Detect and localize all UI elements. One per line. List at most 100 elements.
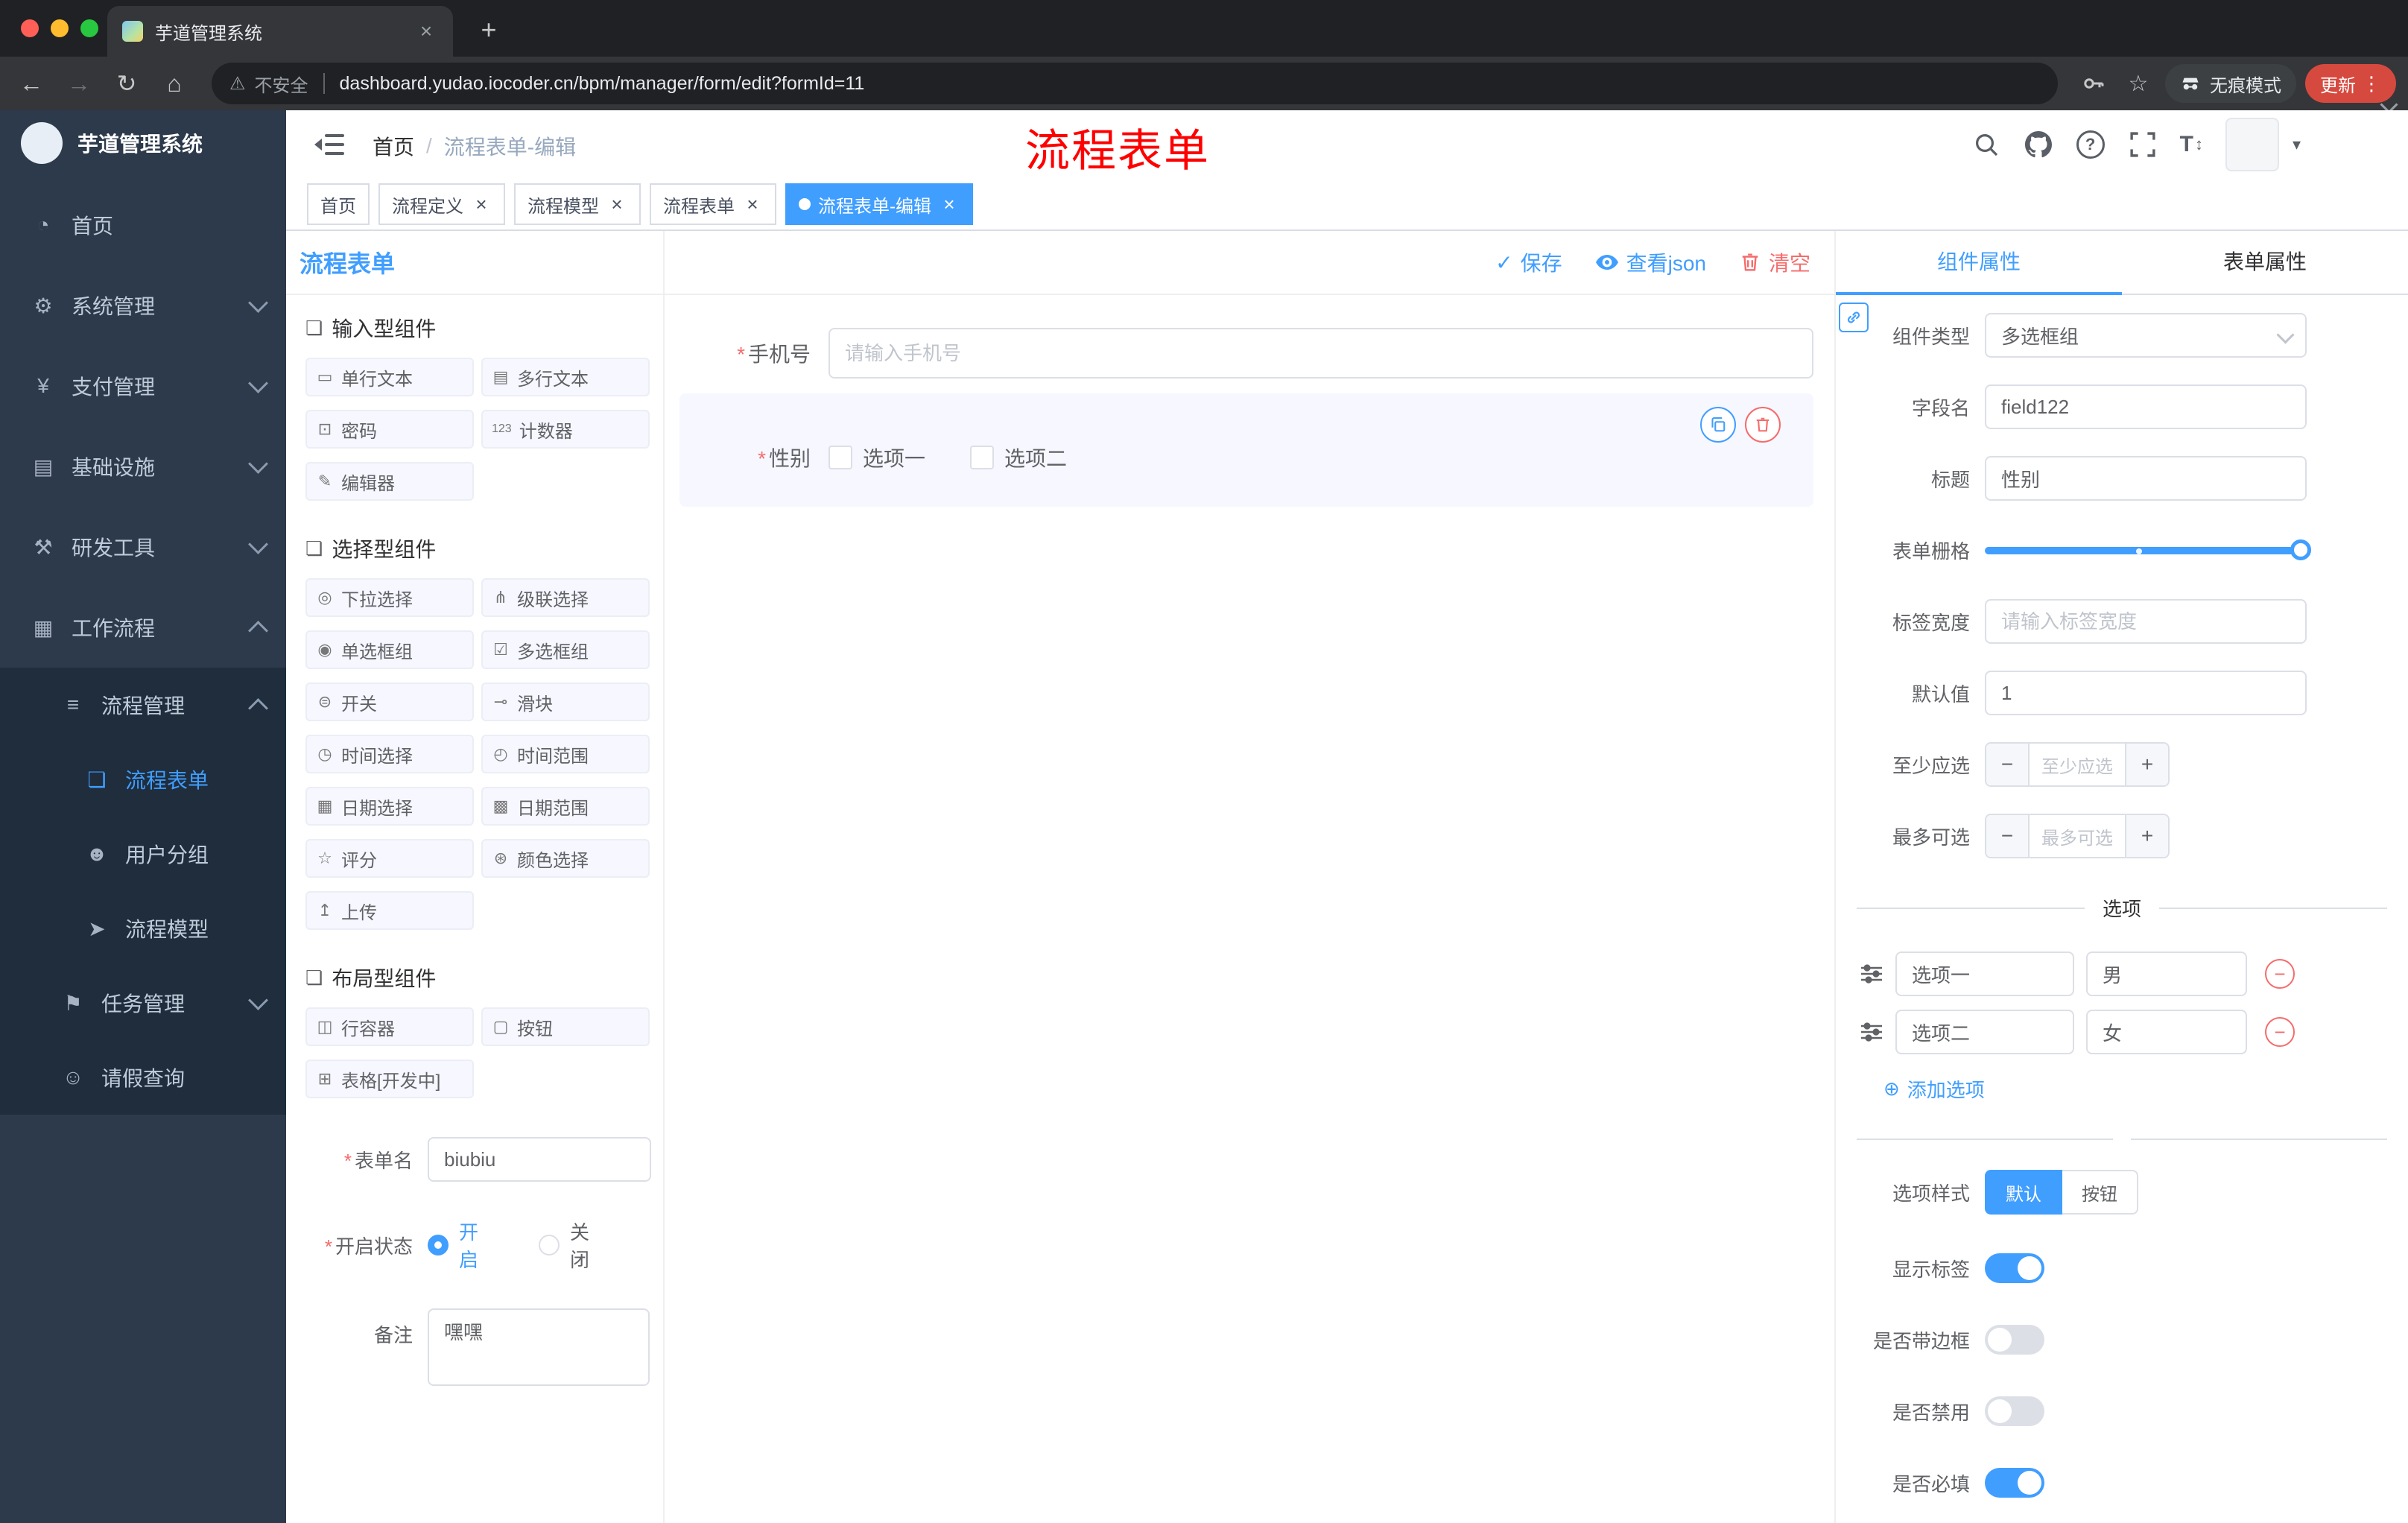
slider-handle[interactable] — [2290, 539, 2311, 560]
component-date-picker[interactable]: ▦ 日期选择 — [305, 787, 474, 826]
phone-field-row[interactable]: * 手机号 — [679, 328, 1813, 379]
option-1-label-input[interactable] — [1895, 952, 2074, 996]
disabled-switch[interactable] — [1985, 1396, 2044, 1426]
sidebar-item-infrastructure[interactable]: ▤ 基础设施 — [0, 426, 286, 507]
sidebar-item-system[interactable]: ⚙ 系统管理 — [0, 265, 286, 346]
phone-input[interactable] — [828, 328, 1813, 379]
sidebar-item-task-management[interactable]: ⚑ 任务管理 — [0, 966, 286, 1040]
slider-track[interactable] — [1985, 547, 2307, 554]
component-time-range[interactable]: ◴ 时间范围 — [481, 735, 650, 773]
remove-option-button[interactable]: − — [2265, 1017, 2295, 1047]
label-width-input[interactable] — [1985, 599, 2307, 644]
component-select[interactable]: ◎ 下拉选择 — [305, 578, 474, 617]
component-time-picker[interactable]: ◷ 时间选择 — [305, 735, 474, 773]
url-text[interactable]: dashboard.yudao.iocoder.cn/bpm/manager/f… — [340, 73, 865, 95]
component-date-range[interactable]: ▩ 日期范围 — [481, 787, 650, 826]
forward-icon[interactable]: → — [60, 64, 98, 103]
minimize-window-button[interactable] — [51, 19, 69, 37]
component-radio-group[interactable]: ◉ 单选框组 — [305, 630, 474, 669]
fullscreen-icon[interactable] — [2128, 130, 2158, 159]
gender-option-1-checkbox[interactable]: 选项一 — [828, 443, 925, 472]
sidebar-item-process-form[interactable]: ❏ 流程表单 — [0, 742, 286, 817]
font-size-icon[interactable]: T ↕ — [2180, 132, 2203, 157]
copy-field-button[interactable] — [1700, 407, 1736, 443]
close-window-button[interactable] — [21, 19, 39, 37]
sidebar-item-payment[interactable]: ¥ 支付管理 — [0, 346, 286, 426]
component-slider[interactable]: ⊸ 滑块 — [481, 683, 650, 721]
add-option-button[interactable]: ⊕ 添加选项 — [1883, 1075, 2408, 1103]
component-editor[interactable]: ✎ 编辑器 — [305, 462, 474, 501]
save-button[interactable]: ✓ 保存 — [1495, 247, 1562, 277]
sidebar-item-devtools[interactable]: ⚒ 研发工具 — [0, 507, 286, 587]
remove-option-button[interactable]: − — [2265, 959, 2295, 989]
bookmark-star-icon[interactable]: ☆ — [2120, 66, 2156, 101]
tag-process-form-edit[interactable]: 流程表单-编辑 × — [785, 183, 973, 225]
tag-process-model[interactable]: 流程模型 × — [514, 183, 641, 225]
clear-button[interactable]: 清空 — [1739, 247, 1810, 277]
avatar-caret-icon[interactable]: ▾ — [2293, 135, 2301, 154]
sidebar-item-leave-query[interactable]: ☺ 请假查询 — [0, 1040, 286, 1115]
tag-close-icon[interactable]: × — [939, 194, 960, 215]
option-2-value-input[interactable] — [2086, 1010, 2247, 1054]
password-key-icon[interactable] — [2076, 66, 2111, 101]
tab-component-props[interactable]: 组件属性 — [1836, 231, 2122, 295]
tag-process-definition[interactable]: 流程定义 × — [378, 183, 505, 225]
drag-handle-icon[interactable] — [1860, 962, 1883, 986]
tag-process-form[interactable]: 流程表单 × — [650, 183, 776, 225]
show-label-switch[interactable] — [1985, 1253, 2044, 1283]
increase-button[interactable]: + — [2125, 815, 2168, 857]
status-off-radio[interactable]: 关闭 — [539, 1218, 608, 1273]
address-bar[interactable]: ⚠ 不安全 dashboard.yudao.iocoder.cn/bpm/man… — [212, 63, 2058, 104]
sidebar-toggle-icon[interactable] — [313, 130, 346, 159]
component-counter[interactable]: 123 计数器 — [481, 410, 650, 449]
tag-home[interactable]: 首页 — [307, 183, 370, 225]
required-switch[interactable] — [1985, 1468, 2044, 1498]
search-icon[interactable] — [1971, 130, 2001, 159]
help-icon[interactable]: ? — [2076, 130, 2106, 159]
sidebar-item-workflow[interactable]: ▦ 工作流程 — [0, 587, 286, 668]
field-name-input[interactable] — [1985, 384, 2307, 429]
gender-field-block-selected[interactable]: * 性别 选项一 选项二 — [679, 393, 1813, 507]
form-remark-textarea[interactable]: 嘿嘿 — [428, 1308, 650, 1386]
sidebar-item-process-model[interactable]: ➤ 流程模型 — [0, 891, 286, 966]
form-name-input[interactable] — [428, 1137, 651, 1182]
decrease-button[interactable]: − — [1986, 744, 2030, 785]
gender-option-2-checkbox[interactable]: 选项二 — [970, 443, 1067, 472]
sidebar-item-process-management[interactable]: ≡ 流程管理 — [0, 668, 286, 742]
max-select-value[interactable]: 最多可选 — [2030, 815, 2125, 857]
tag-close-icon[interactable]: × — [471, 194, 492, 215]
component-single-line-text[interactable]: ▭ 单行文本 — [305, 358, 474, 396]
default-value-input[interactable] — [1985, 671, 2307, 715]
decrease-button[interactable]: − — [1986, 815, 2030, 857]
style-button-button[interactable]: 按钮 — [2062, 1170, 2138, 1215]
component-table[interactable]: ⊞ 表格[开发中] — [305, 1060, 474, 1098]
component-color-picker[interactable]: ⊛ 颜色选择 — [481, 839, 650, 878]
component-cascader[interactable]: ⋔ 级联选择 — [481, 578, 650, 617]
increase-button[interactable]: + — [2125, 744, 2168, 785]
sidebar-item-user-group[interactable]: ☻ 用户分组 — [0, 817, 286, 891]
component-checkbox-group[interactable]: ☑ 多选框组 — [481, 630, 650, 669]
component-type-select[interactable] — [1985, 313, 2307, 358]
tab-form-props[interactable]: 表单属性 — [2122, 231, 2408, 294]
user-avatar[interactable] — [2225, 118, 2279, 171]
maximize-window-button[interactable] — [80, 19, 98, 37]
form-grid-slider[interactable] — [1985, 528, 2311, 572]
back-icon[interactable]: ← — [12, 64, 51, 103]
tag-close-icon[interactable]: × — [606, 194, 627, 215]
status-on-radio[interactable]: 开启 — [428, 1218, 497, 1273]
tag-close-icon[interactable]: × — [742, 194, 763, 215]
option-2-label-input[interactable] — [1895, 1010, 2074, 1054]
home-icon[interactable]: ⌂ — [155, 64, 194, 103]
tab-close-icon[interactable]: × — [414, 19, 438, 43]
component-password[interactable]: ⊡ 密码 — [305, 410, 474, 449]
browser-tab[interactable]: 芋道管理系统 × — [107, 6, 453, 57]
view-json-button[interactable]: 查看json — [1595, 247, 1706, 277]
new-tab-button[interactable]: + — [471, 12, 507, 48]
reload-icon[interactable]: ↻ — [107, 64, 146, 103]
breadcrumb-home[interactable]: 首页 — [373, 131, 414, 161]
style-default-button[interactable]: 默认 — [1985, 1170, 2062, 1215]
link-icon-button[interactable] — [1839, 303, 1869, 332]
component-multi-line-text[interactable]: ▤ 多行文本 — [481, 358, 650, 396]
component-rate[interactable]: ☆ 评分 — [305, 839, 474, 878]
option-1-value-input[interactable] — [2086, 952, 2247, 996]
